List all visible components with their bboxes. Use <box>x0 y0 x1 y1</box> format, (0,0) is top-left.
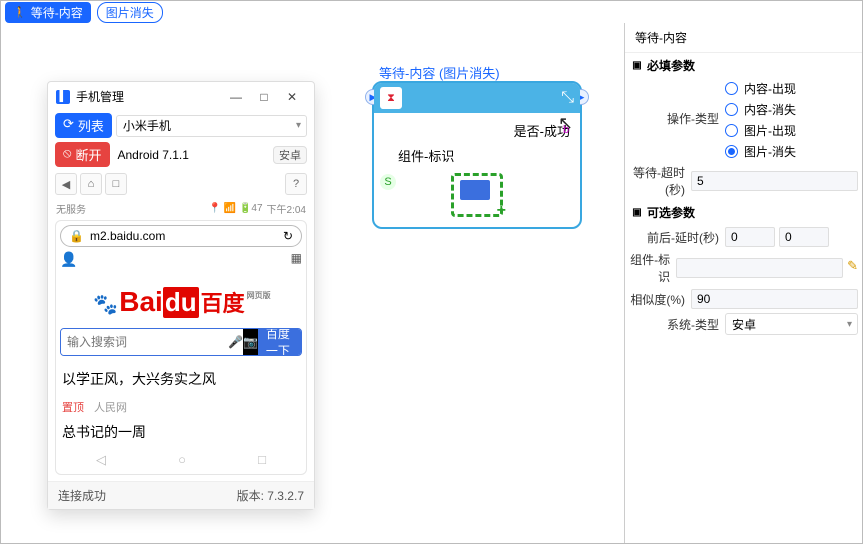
android-recent-icon[interactable]: □ <box>258 452 266 468</box>
url-box[interactable]: 🔒 m2.baidu.com ↻ <box>60 225 302 247</box>
reload-icon[interactable]: ↻ <box>283 229 293 243</box>
similarity-label: 相似度(%) <box>625 291 691 308</box>
status-noservice: 无服务 <box>56 201 86 216</box>
back-button[interactable]: ◀ <box>55 173 77 195</box>
screenshot-region-icon[interactable]: + <box>451 173 503 217</box>
component-label: 组件-标识 <box>625 251 676 285</box>
window-title: 手机管理 <box>76 88 124 105</box>
node-title: 等待-内容 (图片消失) <box>379 63 500 82</box>
news-item[interactable]: 以学正风，大兴务实之风 <box>62 366 300 393</box>
maximize-button[interactable]: □ <box>250 90 278 104</box>
delay-before-input[interactable] <box>725 227 775 247</box>
app-icon: ▌ <box>56 90 70 104</box>
node-in-label: 组件-标识 <box>398 149 454 164</box>
recent-button[interactable]: □ <box>105 173 127 195</box>
expand-icon[interactable]: ⤡ <box>561 89 574 107</box>
timeout-input[interactable] <box>691 171 858 191</box>
home-button[interactable]: ⌂ <box>80 173 102 195</box>
header-tag-primary: 🚶 等待-内容 <box>5 2 91 23</box>
status-icons: 📍 📶 🔋47 <box>208 203 262 214</box>
flow-node[interactable]: ▶ ▶ ⧗ ⤡ 是否-成功 b S 组件-标识 + <box>372 81 582 229</box>
camera-icon[interactable]: 📷 <box>243 329 258 355</box>
lock-icon: 🔒 <box>69 229 84 243</box>
collapse-icon[interactable]: ▣ <box>631 60 643 71</box>
timeout-label: 等待-超时(秒) <box>625 164 691 198</box>
os-pill: 安卓 <box>273 146 307 164</box>
connection-status: 连接成功 <box>58 487 106 504</box>
system-type-label: 系统-类型 <box>625 316 725 333</box>
op-radio-2[interactable]: 图片-出现 <box>725 122 858 139</box>
delay-label: 前后-延时(秒) <box>625 229 725 246</box>
section-required: 必填参数 <box>647 57 695 74</box>
news-item[interactable]: 总书记的一周 <box>62 419 300 446</box>
canvas[interactable]: 等待-内容 (图片消失) ▶ ▶ ⧗ ⤡ 是否-成功 b S 组件-标识 + <box>1 23 624 543</box>
walk-icon: 🚶 <box>13 6 27 19</box>
panel-tab[interactable]: 等待-内容 <box>625 23 862 53</box>
stop-icon: ⦸ <box>63 145 71 164</box>
phone-manager-window: ▌ 手机管理 — □ ✕ ⟳列表 小米手机 ⦸断开 Android 7.1.1 … <box>47 81 315 510</box>
search-input[interactable] <box>61 329 228 355</box>
news-source: 人民网 <box>94 402 127 414</box>
pin-badge: 置顶 <box>62 402 84 414</box>
os-text: Android 7.1.1 <box>114 148 270 162</box>
search-button[interactable]: 百度一下 <box>258 329 301 355</box>
url-text: m2.baidu.com <box>90 229 277 243</box>
help-button[interactable]: ? <box>285 173 307 195</box>
mic-icon[interactable]: 🎤 <box>228 329 243 355</box>
baidu-logo: 🐾 Baidu百度网页版 <box>60 286 302 318</box>
edit-icon[interactable]: ✎ <box>847 258 858 278</box>
device-select[interactable]: 小米手机 <box>116 115 307 137</box>
android-back-icon[interactable]: ◁ <box>96 452 106 468</box>
similarity-input[interactable] <box>691 289 858 309</box>
minimize-button[interactable]: — <box>222 90 250 104</box>
version-label: 版本: 7.3.2.7 <box>237 487 304 504</box>
port-s-badge: S <box>380 174 396 190</box>
disconnect-button[interactable]: ⦸断开 <box>55 142 110 167</box>
refresh-icon: ⟳ <box>63 116 74 135</box>
property-panel: 等待-内容 ▣ 必填参数 操作-类型 内容-出现内容-消失图片-出现图片-消失 等… <box>624 23 862 543</box>
system-type-select[interactable]: 安卓 <box>725 313 858 335</box>
android-home-icon[interactable]: ○ <box>178 452 186 468</box>
op-radio-0[interactable]: 内容-出现 <box>725 80 858 97</box>
status-time: 下午2:04 <box>267 201 306 216</box>
device-list-button[interactable]: ⟳列表 <box>55 113 112 138</box>
op-radio-1[interactable]: 内容-消失 <box>725 101 858 118</box>
section-optional: 可选参数 <box>647 204 695 221</box>
op-type-label: 操作-类型 <box>625 80 725 127</box>
paw-icon: 🐾 <box>93 292 115 317</box>
header-tag-outline: 图片消失 <box>97 2 163 23</box>
hourglass-icon: ⧗ <box>380 87 402 109</box>
cursor-icon: ↖ <box>558 113 573 134</box>
delay-after-input[interactable] <box>779 227 829 247</box>
close-button[interactable]: ✕ <box>278 90 306 104</box>
grid-icon[interactable]: ▦ <box>291 251 302 268</box>
component-input[interactable] <box>676 258 843 278</box>
collapse-icon[interactable]: ▣ <box>631 207 643 218</box>
op-radio-3[interactable]: 图片-消失 <box>725 143 858 160</box>
profile-icon[interactable]: 👤 <box>60 251 77 268</box>
